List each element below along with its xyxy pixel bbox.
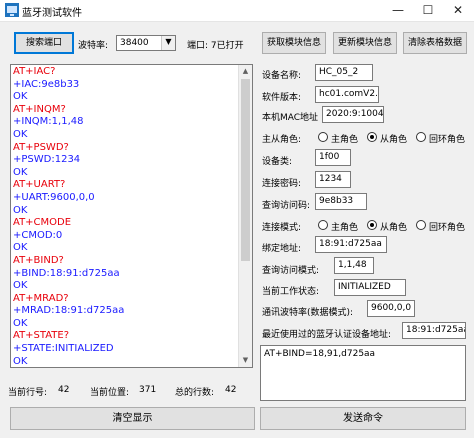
- scroll-up-icon[interactable]: ▲: [239, 65, 252, 78]
- baud-rate-label: 波特率:: [78, 41, 109, 51]
- baud-rate-select[interactable]: 38400 ▼: [116, 35, 176, 51]
- device-name-label: 设备名称:: [262, 71, 302, 81]
- bind-address-field[interactable]: 18:91:d725aa: [315, 236, 387, 253]
- log-line: OK: [13, 166, 28, 178]
- send-command-button[interactable]: 发送命令: [260, 407, 466, 430]
- recent-device-field[interactable]: 18:91:d725aa: [402, 322, 466, 339]
- log-line: AT+IAC?: [13, 66, 56, 77]
- log-line: OK: [13, 317, 28, 329]
- get-module-info-button[interactable]: 获取模块信息: [262, 32, 326, 54]
- log-line: +UART:9600,0,0: [13, 191, 95, 203]
- minimize-button[interactable]: —: [383, 0, 413, 22]
- device-class-label: 设备类:: [262, 157, 293, 167]
- recent-device-label: 最近使用过的蓝牙认证设备地址:: [262, 330, 392, 340]
- total-lines-label: 总的行数:: [175, 388, 215, 398]
- log-line: OK: [13, 91, 28, 103]
- inquiry-mode-field[interactable]: 1,1,48: [334, 257, 374, 274]
- chevron-down-icon[interactable]: ▼: [161, 36, 175, 50]
- log-textarea[interactable]: AT+IAC? +IAC:9e8b33 OK AT+INQM? +INQM:1,1,48…: [10, 64, 253, 368]
- inquiry-code-label: 查询访问码:: [262, 201, 311, 211]
- scroll-down-icon[interactable]: ▼: [239, 354, 252, 367]
- log-scrollbar[interactable]: ▲ ▼: [238, 65, 252, 367]
- mac-address-label: 本机MAC地址: [262, 113, 319, 123]
- work-state-label: 当前工作状态:: [262, 287, 320, 297]
- current-line-label: 当前行号:: [8, 388, 48, 398]
- log-line: OK: [13, 204, 28, 216]
- device-name-field[interactable]: HC_05_2: [315, 64, 373, 81]
- scroll-thumb[interactable]: [241, 79, 250, 261]
- role-option-master: 主角色: [331, 135, 359, 145]
- bind-address-label: 绑定地址:: [262, 244, 302, 254]
- uart-field[interactable]: 9600,0,0: [367, 300, 415, 317]
- log-line: AT+UART?: [13, 179, 66, 191]
- conn-mode-option-loopback: 回环角色: [429, 223, 466, 233]
- role-label: 主从角色:: [262, 135, 302, 145]
- log-line: +STATE:INITIALIZED: [13, 343, 114, 355]
- log-line: +PSWD:1234: [13, 154, 81, 166]
- conn-mode-option-master: 主角色: [331, 223, 359, 233]
- log-line: AT+BIND?: [13, 254, 64, 266]
- port-status: 端口: 7已打开: [187, 41, 244, 51]
- role-radio-loopback[interactable]: [416, 132, 426, 142]
- conn-mode-label: 连接模式:: [262, 223, 302, 233]
- log-line: OK: [13, 128, 28, 140]
- baud-rate-value: 38400: [120, 38, 149, 48]
- inquiry-mode-label: 查询访问模式:: [262, 266, 320, 276]
- role-option-loopback: 回环角色: [429, 135, 466, 145]
- log-line: +INQM:1,1,48: [13, 116, 84, 128]
- role-radio-master[interactable]: [318, 132, 328, 142]
- total-lines-value: 42: [225, 385, 237, 395]
- title-bar: 蓝牙测试软件 — ☐ ✕: [0, 0, 474, 22]
- uart-label: 通讯波特率(数据模式):: [262, 308, 354, 318]
- log-line: +BIND:18:91:d725aa: [13, 267, 120, 279]
- update-module-info-button[interactable]: 更新模块信息: [333, 32, 397, 54]
- role-radio-slave[interactable]: [367, 132, 377, 142]
- command-input[interactable]: AT+BIND=18,91,d725aa: [260, 345, 466, 401]
- conn-mode-radio-slave[interactable]: [367, 220, 377, 230]
- window-title: 蓝牙测试软件: [22, 8, 82, 19]
- clear-display-button[interactable]: 清空显示: [10, 407, 255, 430]
- close-button[interactable]: ✕: [443, 0, 473, 22]
- search-port-button[interactable]: 搜索端口: [14, 32, 74, 54]
- log-line: AT+CMODE: [13, 217, 72, 229]
- password-field[interactable]: 1234: [315, 171, 351, 188]
- mac-address-field[interactable]: 2020:9:10042: [322, 106, 384, 123]
- log-line: AT+INQM?: [13, 103, 66, 115]
- log-line: OK: [13, 242, 28, 254]
- conn-mode-radio-master[interactable]: [318, 220, 328, 230]
- log-line: AT+MRAD?: [13, 292, 69, 304]
- log-line: AT+PSWD?: [13, 141, 69, 153]
- conn-mode-option-slave: 从角色: [380, 223, 408, 233]
- conn-mode-radio-loopback[interactable]: [416, 220, 426, 230]
- log-line: OK: [13, 355, 28, 367]
- current-position-value: 371: [139, 385, 157, 395]
- work-state-field[interactable]: INITIALIZED: [334, 279, 406, 296]
- log-line: AT+STATE?: [13, 330, 70, 342]
- password-label: 连接密码:: [262, 179, 302, 189]
- maximize-button[interactable]: ☐: [413, 0, 443, 22]
- current-position-label: 当前位置:: [90, 388, 130, 398]
- inquiry-code-field[interactable]: 9e8b33: [315, 193, 367, 210]
- log-line: +CMOD:0: [13, 229, 63, 241]
- log-line: +IAC:9e8b33: [13, 78, 80, 90]
- clear-table-button[interactable]: 清除表格数据: [403, 32, 467, 54]
- log-line: +MRAD:18:91:d725aa: [13, 305, 125, 317]
- software-version-field[interactable]: hc01.comV2.1: [315, 86, 379, 103]
- software-version-label: 软件版本:: [262, 93, 302, 103]
- app-icon: [5, 3, 19, 17]
- log-lines: AT+IAC? +IAC:9e8b33 OK AT+INQM? +INQM:1,1,48…: [13, 66, 238, 367]
- role-option-slave: 从角色: [380, 135, 408, 145]
- log-line: OK: [13, 280, 28, 292]
- device-class-field[interactable]: 1f00: [315, 149, 351, 166]
- current-line-value: 42: [58, 385, 70, 395]
